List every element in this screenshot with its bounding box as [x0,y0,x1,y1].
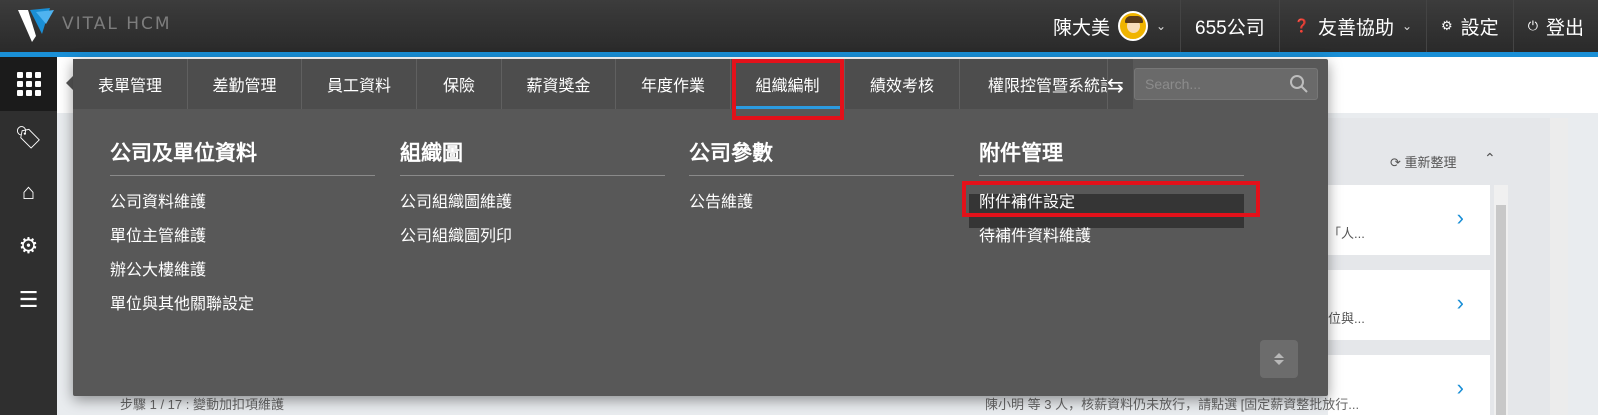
chevron-right-icon[interactable]: › [1457,205,1464,231]
caret-up-icon [1274,353,1284,358]
mega-menu: 表單管理 差勤管理 員工資料 保險 薪資獎金 年度作業 組織編制 績效考核 權限… [73,59,1328,396]
logout-label: 登出 [1545,17,1584,39]
help-icon: ❓ [1293,18,1310,33]
tab-insurance[interactable]: 保險 [417,59,502,109]
company-switcher[interactable]: 655公司 [1180,0,1279,52]
chevron-down-icon: ⌄ [1155,19,1167,33]
caret-down-icon [1274,360,1284,365]
search-input[interactable] [1135,76,1285,92]
settings-rail-button[interactable]: ⚙ [0,219,57,273]
menu-column-company-params: 公司參數 公告維護 [689,137,954,228]
left-rail: 🏷 ⌂ ⚙ ☰ [0,57,57,415]
refresh-icon: ⟳ [1390,155,1405,170]
column-title: 附件管理 [979,137,1244,176]
tab-annual-operations[interactable]: 年度作業 [616,59,731,109]
chevron-down-icon: ⌄ [1401,19,1413,33]
menu-item[interactable]: 辦公大樓維護 [110,262,375,296]
page-scrollbar[interactable] [1550,118,1568,415]
chevron-right-icon[interactable]: › [1457,290,1464,316]
task-card-text: 「人... [1328,226,1365,241]
scroll-toggle-button[interactable] [1260,340,1298,378]
power-icon: ⏻ [1527,18,1538,33]
vital-logo[interactable] [16,6,56,44]
refresh-button[interactable]: ⟳ 重新整理 [1390,152,1457,171]
settings-label: 設定 [1460,17,1499,39]
gear-icon: ⚙ [18,233,39,258]
menu-item[interactable]: 公告維護 [689,194,954,228]
chevron-right-icon[interactable]: › [1457,375,1464,401]
tag-icon: 🏷 [14,125,43,150]
search-box [1134,68,1318,100]
menu-item[interactable]: 公司資料維護 [110,194,375,228]
step-text: 步驟 1 / 17 : 變動加扣項維護 [120,397,284,412]
collapse-up-icon[interactable]: ⌃ [1484,150,1496,167]
task-card-text: 位與... [1328,311,1365,326]
accent-line [0,52,1598,57]
notice-text: 陳小明 等 3 人，核薪資料仍未放行，請點選 [固定薪資整批放行... [985,397,1360,412]
menu-item[interactable]: 單位主管維護 [110,228,375,262]
column-title: 公司參數 [689,137,954,176]
menu-item[interactable]: 公司組織圖維護 [400,194,665,228]
tab-performance[interactable]: 績效考核 [845,59,960,109]
task-card[interactable]: 「人... › [1328,185,1490,255]
logout-button[interactable]: ⏻ 登出 [1512,0,1598,52]
column-title: 公司及單位資料 [110,137,375,176]
menu-item[interactable]: 公司組織圖列印 [400,228,665,262]
server-button[interactable]: ☰ [0,273,57,327]
menu-tabs: 表單管理 差勤管理 員工資料 保險 薪資獎金 年度作業 組織編制 績效考核 權限… [73,59,1133,109]
menu-item[interactable]: 待補件資料維護 [979,228,1244,262]
menu-caret [66,76,73,90]
settings-button[interactable]: ⚙ 設定 [1426,0,1513,52]
user-menu[interactable]: 陳大美 ⌄ [1039,0,1180,52]
tab-permissions[interactable]: 權限控管暨系統設定 [960,59,1108,109]
home-icon: ⌂ [21,179,36,204]
menu-item[interactable]: 單位與其他關聯設定 [110,296,375,330]
search-icon[interactable] [1289,74,1309,94]
task-card[interactable]: 位與... › [1328,270,1490,340]
menu-item-selected[interactable]: 附件補件設定 [969,194,1244,228]
tab-payroll[interactable]: 薪資獎金 [502,59,616,109]
help-label: 友善協助 [1317,17,1394,39]
tab-organization[interactable]: 組織編制 [731,59,845,109]
card-list-scroll-thumb[interactable] [1496,205,1506,415]
top-bar: VITAL HCM 陳大美 ⌄ 655公司 ❓ 友善協助 ⌄ ⚙ 設定 ⏻ 登出 [0,0,1598,52]
user-name: 陳大美 [1052,17,1110,39]
avatar[interactable] [1117,11,1148,41]
grid-icon [16,72,41,96]
home-button[interactable]: ⌂ [0,165,57,219]
gear-icon: ⚙ [1441,18,1453,33]
tag-button[interactable]: 🏷 [0,111,57,165]
server-icon: ☰ [18,287,39,312]
tab-attendance[interactable]: 差勤管理 [188,59,302,109]
brand-name: VITAL HCM [62,14,172,34]
tab-form-management[interactable]: 表單管理 [73,59,188,109]
menu-column-attachments: 附件管理 附件補件設定 待補件資料維護 [969,137,1244,262]
help-menu[interactable]: ❓ 友善協助 ⌄ [1278,0,1426,52]
tab-employee-data[interactable]: 員工資料 [302,59,417,109]
company-name: 655公司 [1195,17,1265,39]
swap-icon[interactable]: ⇆ [1107,73,1124,98]
column-title: 組織圖 [400,137,665,176]
menu-column-company: 公司及單位資料 公司資料維護 單位主管維護 辦公大樓維護 單位與其他關聯設定 [110,137,375,330]
apps-menu-button[interactable] [0,57,57,111]
menu-column-org-chart: 組織圖 公司組織圖維護 公司組織圖列印 [400,137,665,262]
